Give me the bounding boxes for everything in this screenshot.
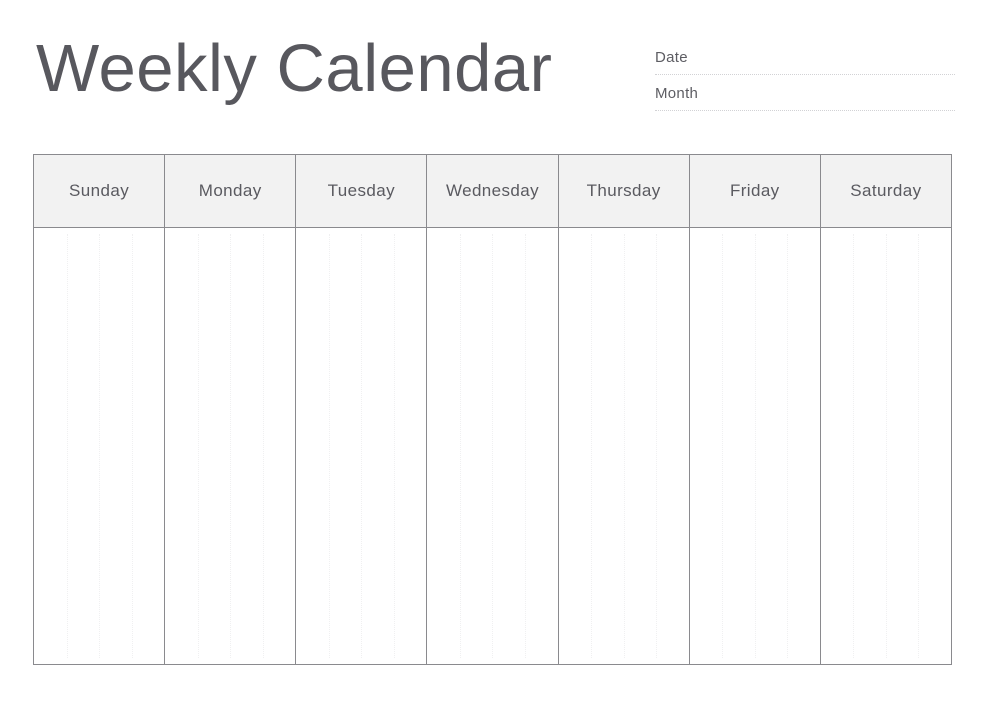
day-header-saturday[interactable]: Saturday — [820, 155, 951, 227]
writing-guide-line — [230, 234, 232, 658]
date-field-label: Date — [655, 49, 688, 66]
writing-guide-line — [393, 234, 395, 658]
calendar-header-row: Sunday Monday Tuesday Wednesday Thursday… — [34, 155, 951, 228]
day-header-friday[interactable]: Friday — [689, 155, 821, 227]
writing-guide-line — [918, 234, 920, 658]
writing-guide-line — [328, 234, 330, 658]
day-header-label: Wednesday — [445, 181, 540, 200]
day-header-label: Sunday — [69, 181, 130, 200]
day-cell-monday[interactable] — [165, 228, 297, 664]
writing-guide-line — [459, 234, 461, 658]
day-cell-friday[interactable] — [689, 228, 821, 664]
writing-guide-line — [623, 234, 625, 658]
writing-guide-line — [131, 234, 133, 658]
day-cell-sunday[interactable] — [34, 228, 166, 664]
writing-guide-line — [361, 234, 363, 658]
writing-guide-line — [525, 234, 527, 658]
weekly-calendar-page: Weekly Calendar Date Month Sunday Monday… — [0, 0, 984, 712]
date-field-row: Date — [655, 48, 955, 84]
date-field-writing-line[interactable] — [655, 74, 955, 75]
page-title: Weekly Calendar — [36, 31, 553, 106]
writing-guide-line — [787, 234, 789, 658]
calendar-table: Sunday Monday Tuesday Wednesday Thursday… — [33, 154, 952, 665]
writing-guide-line — [656, 234, 658, 658]
day-header-label: Thursday — [586, 181, 661, 200]
writing-guide-line — [591, 234, 593, 658]
writing-guide-line — [885, 234, 887, 658]
writing-guide-line — [722, 234, 724, 658]
day-header-label: Friday — [729, 181, 780, 200]
day-header-monday[interactable]: Monday — [165, 155, 297, 227]
day-header-label: Saturday — [850, 181, 922, 200]
writing-guide-line — [754, 234, 756, 658]
day-cell-wednesday[interactable] — [427, 228, 559, 664]
meta-fields: Date Month — [655, 48, 955, 120]
writing-guide-line — [262, 234, 264, 658]
month-field-row: Month — [655, 84, 955, 120]
day-header-thursday[interactable]: Thursday — [558, 155, 690, 227]
day-cell-thursday[interactable] — [558, 228, 690, 664]
month-field-writing-line[interactable] — [655, 110, 955, 111]
writing-guide-line — [99, 234, 101, 658]
calendar-body-row — [34, 228, 951, 664]
day-header-label: Tuesday — [327, 181, 396, 200]
day-cell-saturday[interactable] — [820, 228, 951, 664]
writing-guide-line — [853, 234, 855, 658]
writing-guide-line — [66, 234, 68, 658]
day-header-wednesday[interactable]: Wednesday — [427, 155, 559, 227]
day-header-label: Monday — [198, 181, 262, 200]
month-field-label: Month — [655, 85, 699, 102]
writing-guide-line — [197, 234, 199, 658]
writing-guide-line — [492, 234, 494, 658]
day-header-sunday[interactable]: Sunday — [34, 155, 166, 227]
day-cell-tuesday[interactable] — [296, 228, 428, 664]
day-header-tuesday[interactable]: Tuesday — [296, 155, 428, 227]
